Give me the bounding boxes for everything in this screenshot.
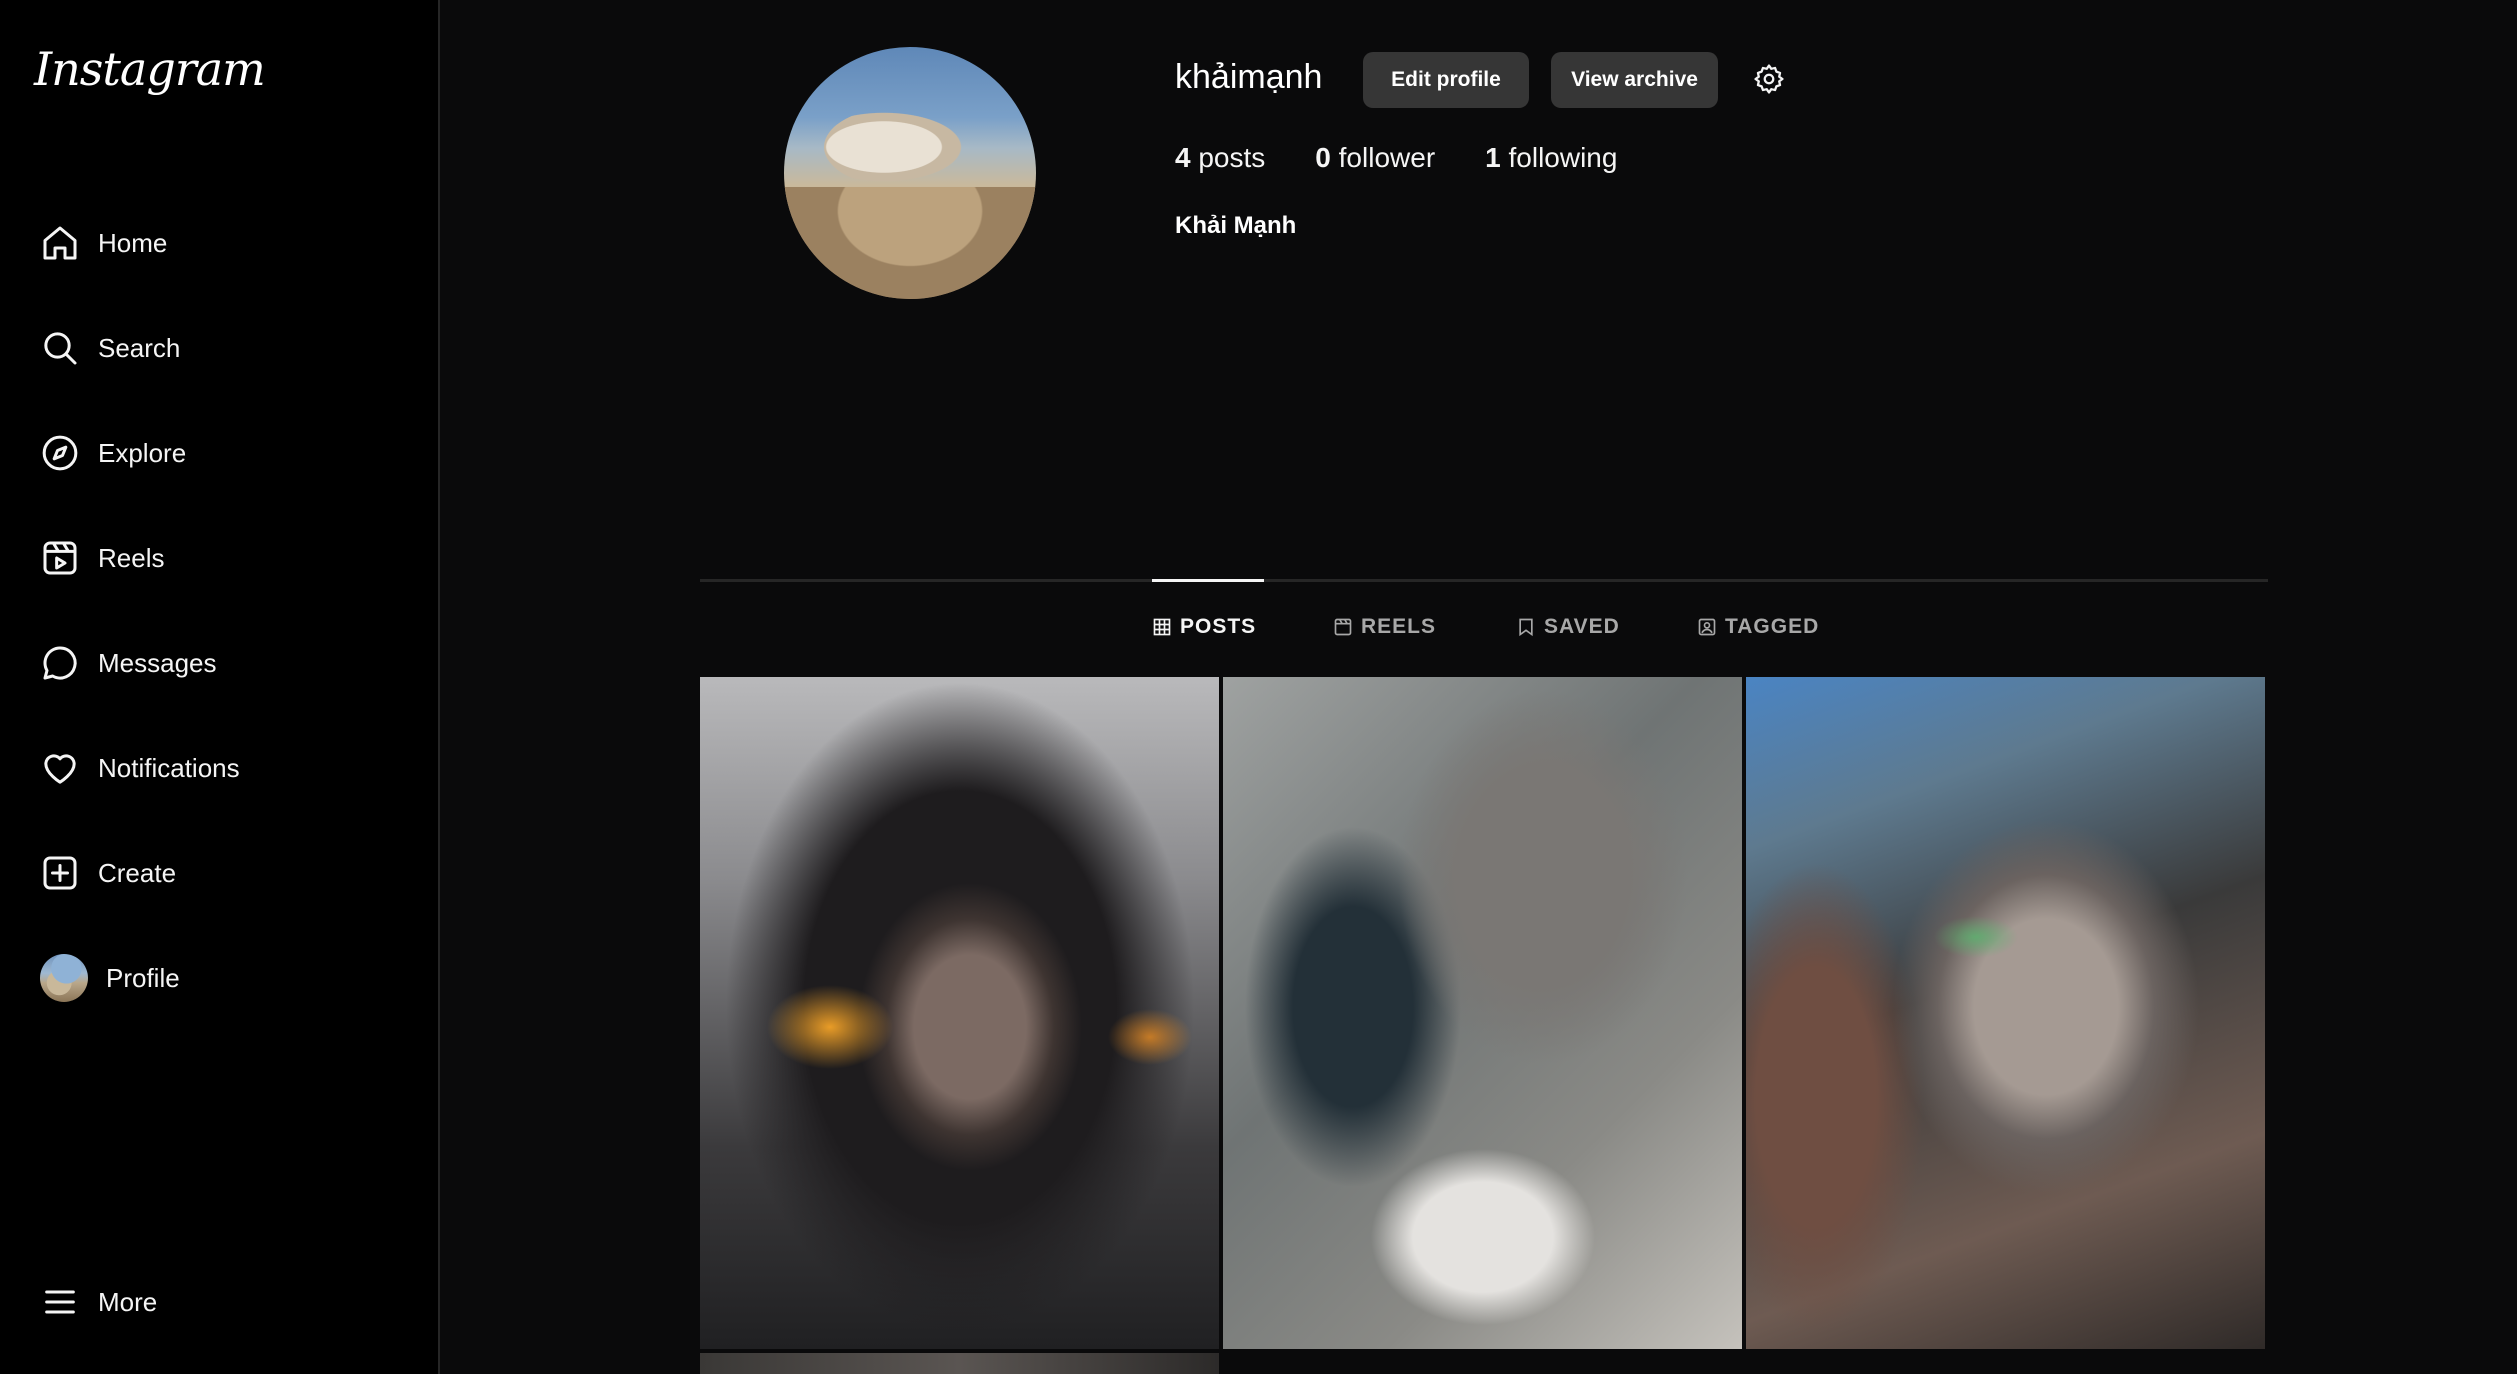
post-thumbnail[interactable] (700, 677, 1219, 1349)
following-label: following (1508, 142, 1618, 173)
profile-full-name: Khải Mạnh (1175, 212, 1297, 239)
sidebar-item-label: Explore (98, 437, 187, 468)
plus-square-icon (40, 853, 80, 893)
tab-label: TAGGED (1725, 615, 1820, 638)
tabs-divider (700, 579, 2268, 582)
sidebar-item-profile[interactable]: Profile (22, 938, 418, 1018)
sidebar-item-explore[interactable]: Explore (22, 413, 418, 493)
profile-username: khảimạnh (1175, 58, 1323, 96)
posts-count: 4 (1175, 142, 1191, 173)
avatar-photo-seal (824, 107, 974, 187)
view-archive-button[interactable]: View archive (1551, 52, 1718, 108)
posts-stat: 4 posts (1175, 142, 1265, 174)
gear-icon[interactable] (1752, 62, 1786, 96)
sidebar-item-create[interactable]: Create (22, 833, 418, 913)
reels-icon (1334, 618, 1352, 636)
post-thumbnail[interactable] (700, 1353, 1219, 1374)
following-count: 1 (1485, 142, 1501, 173)
following-stat[interactable]: 1 following (1485, 142, 1617, 174)
sidebar-item-label: Notifications (98, 752, 240, 783)
active-tab-indicator (1152, 579, 1264, 582)
tab-reels[interactable]: REELS (1333, 610, 1436, 644)
followers-stat[interactable]: 0 follower (1315, 142, 1435, 174)
sidebar-item-more[interactable]: More (22, 1262, 418, 1342)
sidebar-item-search[interactable]: Search (22, 308, 418, 388)
edit-profile-button[interactable]: Edit profile (1363, 52, 1529, 108)
profile-stats: 4 posts 0 follower 1 following (1175, 142, 1667, 174)
avatar-photo-ground (784, 187, 1036, 299)
menu-icon (40, 1282, 80, 1322)
bookmark-icon (1519, 618, 1533, 637)
grid-icon (1153, 618, 1171, 636)
tab-label: REELS (1361, 615, 1437, 638)
home-icon (40, 223, 80, 263)
sidebar-item-notifications[interactable]: Notifications (22, 728, 418, 808)
profile-avatar[interactable] (784, 47, 1036, 299)
post-thumbnail[interactable] (1223, 677, 1742, 1349)
tab-label: SAVED (1544, 615, 1620, 638)
reels-icon (40, 538, 80, 578)
sidebar-item-label: Profile (106, 962, 180, 993)
compass-icon (40, 433, 80, 473)
tab-posts[interactable]: POSTS (1152, 610, 1256, 644)
sidebar-item-label: Home (98, 227, 168, 258)
message-icon (40, 643, 80, 683)
post-thumbnail[interactable] (1746, 677, 2265, 1349)
sidebar-item-messages[interactable]: Messages (22, 623, 418, 703)
sidebar-item-reels[interactable]: Reels (22, 518, 418, 598)
sidebar-item-label: Create (98, 857, 177, 888)
tab-label: POSTS (1180, 615, 1257, 638)
heart-icon (40, 748, 80, 788)
sidebar-item-label: More (98, 1286, 158, 1317)
tag-icon (1698, 618, 1716, 636)
tab-tagged[interactable]: TAGGED (1697, 610, 1819, 644)
sidebar-item-label: Reels (98, 542, 165, 573)
sidebar-item-label: Messages (98, 647, 217, 678)
tab-saved[interactable]: SAVED (1516, 610, 1620, 644)
followers-label: follower (1338, 142, 1436, 173)
search-icon (40, 328, 80, 368)
followers-count: 0 (1315, 142, 1331, 173)
avatar (40, 954, 88, 1002)
posts-label: posts (1198, 142, 1266, 173)
instagram-logo[interactable]: Instagram (34, 42, 266, 96)
sidebar-item-home[interactable]: Home (22, 203, 418, 283)
sidebar: Instagram Home Search Explore Reels Mess… (0, 0, 440, 1374)
sidebar-item-label: Search (98, 332, 181, 363)
